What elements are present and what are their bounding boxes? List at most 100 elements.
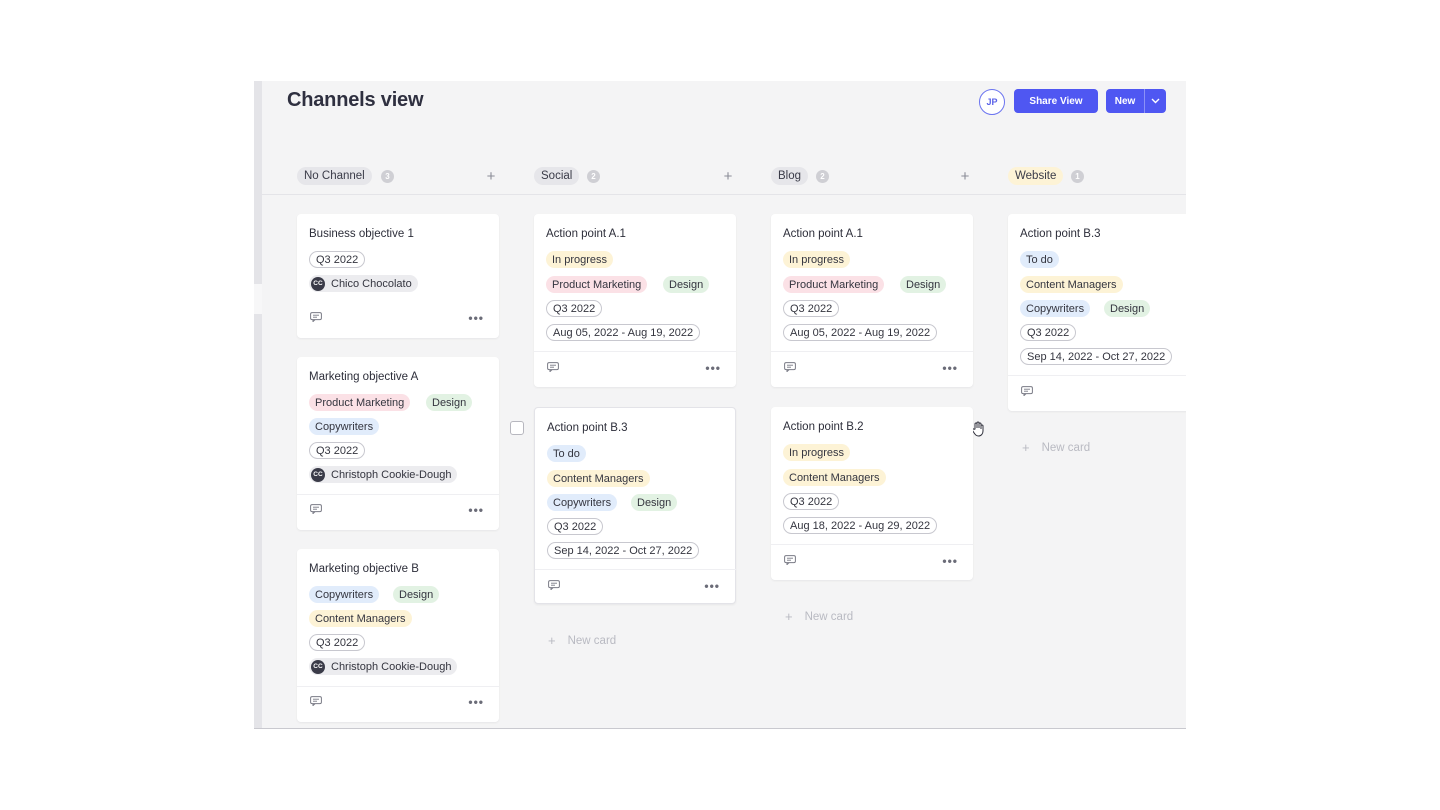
team-chip: Design [393,586,440,603]
plus-icon: + [785,609,793,624]
new-button-label[interactable]: New [1106,89,1144,113]
card-title: Marketing objective B [309,563,419,575]
owner-avatar: CC [311,467,325,482]
status-chip: To do [547,445,586,462]
card-title: Action point B.2 [783,421,864,433]
team-chip: Product Marketing [783,276,885,293]
owner-avatar: CC [311,276,325,291]
sidebar-handle[interactable] [254,284,262,314]
user-avatar[interactable]: JP [979,89,1005,115]
team-chip: Design [426,394,473,411]
status-chip: To do [1020,251,1059,268]
more-icon[interactable]: ••• [468,696,484,708]
comment-icon[interactable] [310,696,322,706]
add-icon[interactable]: + [483,167,499,185]
add-icon[interactable]: + [720,167,736,185]
page-title: Channels view [287,89,424,111]
column-title[interactable]: Social [534,167,580,185]
status-chip: In progress [783,251,851,268]
date-range-chip: Sep 14, 2022 - Oct 27, 2022 [547,542,700,559]
column-header: Blog 2 + [771,167,973,187]
date-range-chip: Aug 05, 2022 - Aug 19, 2022 [546,324,701,341]
date-range-chip: Aug 05, 2022 - Aug 19, 2022 [783,324,938,341]
left-sidebar-rail[interactable] [254,81,262,728]
card[interactable]: Action point B.3 To do Content Managers … [1008,214,1186,411]
card[interactable]: Marketing objective B Copywriters Design… [297,549,499,722]
card-divider [534,351,736,352]
comment-icon[interactable] [547,362,559,372]
team-chip: Design [663,276,710,293]
quarter-chip: Q3 2022 [547,518,604,535]
quarter-chip: Q3 2022 [309,251,366,268]
team-chip: Copywriters [547,494,618,511]
team-chip: Product Marketing [309,394,411,411]
card[interactable]: Action point A.1 In progress Product Mar… [534,214,736,387]
new-card-button[interactable]: + New card [785,609,853,624]
more-icon[interactable]: ••• [705,362,721,374]
column-count: 3 [381,170,394,183]
more-icon[interactable]: ••• [468,504,484,516]
card-title: Business objective 1 [309,228,414,240]
comment-icon[interactable] [548,580,560,590]
column-header: Social 2 + [534,167,736,187]
owner-chip: CC Christoph Cookie-Dough [309,658,458,675]
team-chip: Content Managers [783,469,886,486]
date-range-chip: Aug 18, 2022 - Aug 29, 2022 [783,517,938,534]
page-header: Channels view JP Share View New [262,81,1186,125]
team-chip: Design [631,494,678,511]
more-icon[interactable]: ••• [704,580,720,592]
comment-icon[interactable] [784,362,796,372]
owner-chip: CC Christoph Cookie-Dough [309,466,458,483]
quarter-chip: Q3 2022 [309,634,366,651]
quarter-chip: Q3 2022 [546,300,603,317]
owner-chip: CC Chico Chocolato [309,275,418,292]
comment-icon[interactable] [1021,386,1033,396]
card-divider [535,569,737,570]
new-card-label: New card [1041,441,1091,454]
card-divider [1008,375,1186,376]
new-button[interactable]: New [1106,89,1166,113]
team-chip: Content Managers [309,610,412,627]
team-chip: Product Marketing [546,276,648,293]
card[interactable]: Action point A.1 In progress Product Mar… [771,214,973,387]
new-card-button[interactable]: + New card [1022,440,1090,455]
team-chip: Design [1104,300,1151,317]
card-title: Marketing objective A [309,371,419,383]
more-icon[interactable]: ••• [942,555,958,567]
column-title[interactable]: Website [1008,167,1064,185]
card-divider [297,686,499,687]
card-hovered[interactable]: Action point B.3 To do Content Managers … [534,407,737,604]
add-icon[interactable]: + [957,167,973,185]
column-title[interactable]: No Channel [297,167,372,185]
comment-icon[interactable] [784,555,796,565]
card[interactable]: Action point B.2 In progress Content Man… [771,407,973,580]
team-chip: Copywriters [1020,300,1091,317]
share-view-button[interactable]: Share View [1014,89,1098,113]
card-title: Action point A.1 [783,228,863,240]
more-icon[interactable]: ••• [468,312,484,324]
card-title: Action point B.3 [547,422,628,434]
card[interactable]: Business objective 1 Q3 2022 CC Chico Cho… [297,214,499,338]
card-select-checkbox[interactable] [510,421,524,435]
card-divider [771,351,973,352]
new-card-label: New card [567,634,617,647]
new-card-button[interactable]: + New card [548,633,616,648]
status-chip: In progress [546,251,614,268]
team-chip: Content Managers [1020,276,1123,293]
plus-icon: + [1022,440,1030,455]
card-divider [771,544,973,545]
column-title[interactable]: Blog [771,167,809,185]
hand-cursor-icon [971,421,984,437]
card-divider [297,494,499,495]
team-chip: Design [900,276,947,293]
owner-avatar: CC [311,659,325,674]
owner-name: Chico Chocolato [331,277,412,290]
new-card-label: New card [804,610,854,623]
chevron-down-icon[interactable] [1145,89,1166,113]
comment-icon[interactable] [310,312,322,322]
card[interactable]: Marketing objective A Product Marketing … [297,357,499,530]
more-icon[interactable]: ••• [942,362,958,374]
card-title: Action point A.1 [546,228,626,240]
comment-icon[interactable] [310,504,322,514]
team-chip: Copywriters [309,586,380,603]
